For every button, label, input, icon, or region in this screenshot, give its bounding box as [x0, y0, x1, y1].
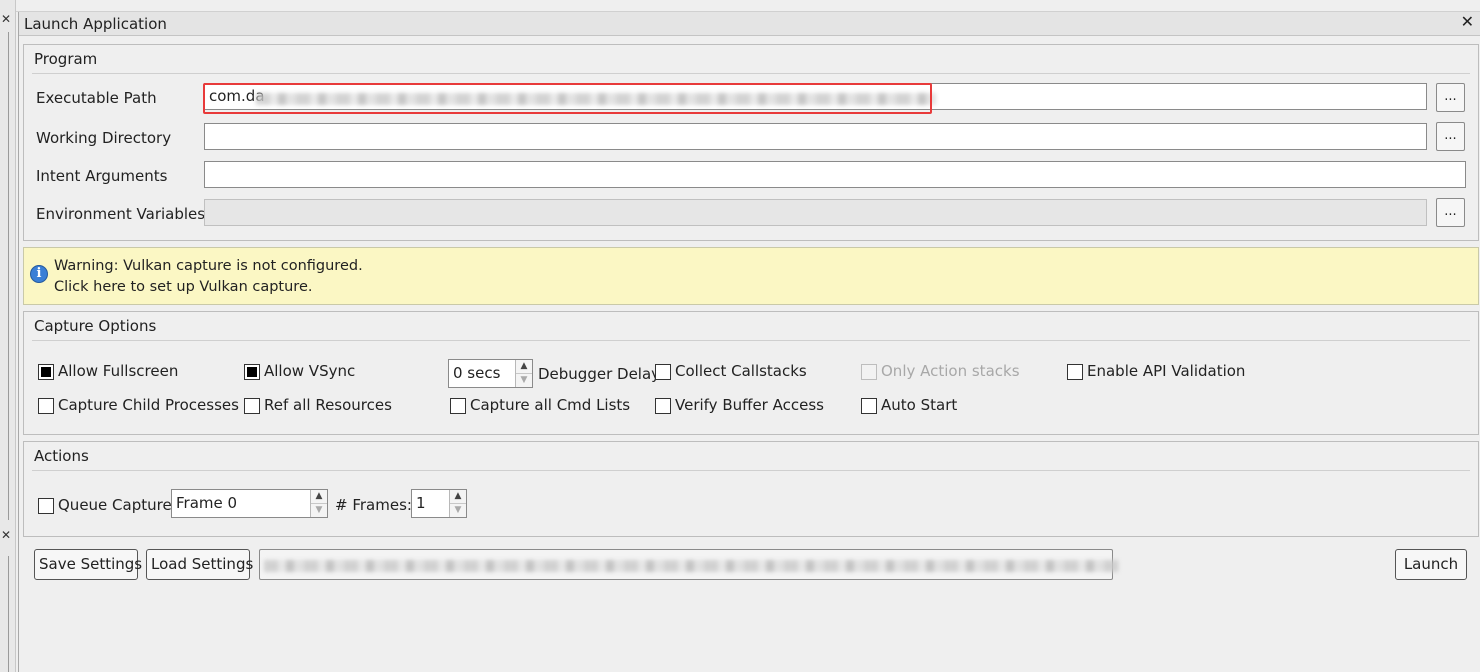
spin-down-icon[interactable]: ▼: [311, 503, 327, 516]
window-title: Launch Application: [24, 15, 167, 33]
spin-up-icon[interactable]: ▲: [311, 490, 327, 503]
window-titlebar: Launch Application ✕: [19, 12, 1480, 36]
working-directory-input[interactable]: [204, 123, 1427, 150]
frames-label: # Frames:: [335, 496, 412, 514]
collect-callstacks-label[interactable]: Collect Callstacks: [675, 362, 807, 380]
spin-arrows[interactable]: ▲ ▼: [310, 490, 327, 517]
environment-variables-label: Environment Variables: [36, 205, 206, 223]
allow-fullscreen-checkbox[interactable]: [38, 364, 54, 380]
spin-arrows[interactable]: ▲ ▼: [449, 490, 466, 517]
intent-arguments-input[interactable]: [204, 161, 1466, 188]
save-settings-button[interactable]: Save Settings: [34, 549, 142, 580]
collect-callstacks-checkbox[interactable]: [655, 364, 671, 380]
program-group: Program Executable Path com.da ... Worki…: [23, 44, 1479, 241]
executable-path-label: Executable Path: [36, 89, 157, 107]
launch-application-window: Launch Application ✕ Program Executable …: [18, 12, 1480, 672]
browse-executable-button[interactable]: ...: [1436, 83, 1465, 112]
group-divider: [32, 470, 1470, 471]
launch-button[interactable]: Launch: [1395, 549, 1467, 580]
ref-all-resources-label[interactable]: Ref all Resources: [264, 396, 392, 414]
spin-arrows[interactable]: ▲ ▼: [515, 360, 532, 387]
edit-environment-button[interactable]: ...: [1436, 198, 1465, 227]
working-directory-label: Working Directory: [36, 129, 172, 147]
allow-fullscreen-label[interactable]: Allow Fullscreen: [58, 362, 178, 380]
info-icon: i: [30, 265, 48, 283]
spin-down-icon[interactable]: ▼: [516, 373, 532, 386]
auto-start-label[interactable]: Auto Start: [881, 396, 957, 414]
spin-up-icon[interactable]: ▲: [516, 360, 532, 373]
vulkan-warning-banner[interactable]: i Warning: Vulkan capture is not configu…: [23, 247, 1479, 305]
close-icon[interactable]: ✕: [0, 526, 12, 544]
group-divider: [32, 73, 1470, 74]
dock-edge: [8, 32, 9, 520]
only-action-stacks-label: Only Action stacks: [881, 362, 1020, 380]
intent-arguments-label: Intent Arguments: [36, 167, 168, 185]
redacted-text: [264, 560, 1119, 572]
queue-capture-checkbox[interactable]: [38, 498, 54, 514]
enable-api-validation-checkbox[interactable]: [1067, 364, 1083, 380]
load-settings-button[interactable]: Load Settings: [146, 549, 253, 580]
debugger-delay-label: Debugger Delay: [538, 365, 661, 383]
program-group-title: Program: [34, 50, 98, 68]
frames-value: 1: [416, 494, 426, 512]
ref-all-resources-checkbox[interactable]: [244, 398, 260, 414]
dock-edge: [8, 556, 9, 672]
only-action-stacks-checkbox: [861, 364, 877, 380]
actions-title: Actions: [34, 447, 89, 465]
close-icon[interactable]: ✕: [0, 10, 12, 28]
frame-spinbox[interactable]: Frame 0 ▲ ▼: [171, 489, 328, 518]
capture-options-title: Capture Options: [34, 317, 157, 335]
spin-down-icon[interactable]: ▼: [450, 503, 466, 516]
warning-text: Warning: Vulkan capture is not configure…: [54, 258, 363, 274]
actions-group: Actions Queue Capture Frame 0 ▲ ▼ # Fram…: [23, 441, 1479, 537]
warning-link-text[interactable]: Click here to set up Vulkan capture.: [54, 279, 312, 295]
allow-vsync-checkbox[interactable]: [244, 364, 260, 380]
verify-buffer-access-label[interactable]: Verify Buffer Access: [675, 396, 824, 414]
frame-value: Frame 0: [176, 494, 238, 512]
capture-child-processes-checkbox[interactable]: [38, 398, 54, 414]
capture-all-cmd-lists-label[interactable]: Capture all Cmd Lists: [470, 396, 630, 414]
verify-buffer-access-checkbox[interactable]: [655, 398, 671, 414]
capture-all-cmd-lists-checkbox[interactable]: [450, 398, 466, 414]
top-dock-strip: [16, 0, 1480, 12]
enable-api-validation-label[interactable]: Enable API Validation: [1087, 362, 1245, 380]
queue-capture-label[interactable]: Queue Capture: [58, 496, 172, 514]
close-icon[interactable]: ✕: [1461, 12, 1474, 31]
left-dock-strip: ✕ ✕: [0, 0, 16, 672]
environment-variables-field: [204, 199, 1427, 226]
frames-spinbox[interactable]: 1 ▲ ▼: [411, 489, 467, 518]
highlight-box: [203, 83, 932, 114]
allow-vsync-label[interactable]: Allow VSync: [264, 362, 355, 380]
capture-options-group: Capture Options Allow Fullscreen Allow V…: [23, 311, 1479, 435]
auto-start-checkbox[interactable]: [861, 398, 877, 414]
group-divider: [32, 340, 1470, 341]
debugger-delay-spinbox[interactable]: 0 secs ▲ ▼: [448, 359, 533, 388]
capture-child-processes-label[interactable]: Capture Child Processes: [58, 396, 239, 414]
spin-up-icon[interactable]: ▲: [450, 490, 466, 503]
browse-directory-button[interactable]: ...: [1436, 122, 1465, 151]
debugger-delay-value: 0 secs: [453, 364, 501, 382]
